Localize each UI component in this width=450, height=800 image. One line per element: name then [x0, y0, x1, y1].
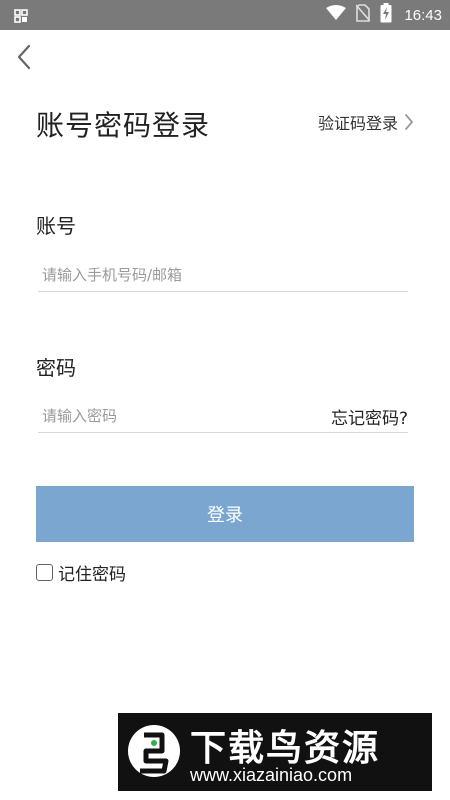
watermark-banner: 下载鸟资源 www.xiazainiao.com [118, 713, 432, 791]
grid-icon [14, 8, 28, 23]
remember-password-row[interactable]: 记住密码 [36, 560, 126, 585]
no-sim-icon [355, 4, 372, 26]
forgot-password-link[interactable]: 忘记密码? [324, 404, 408, 429]
page-title: 账号密码登录 [36, 109, 211, 142]
status-time: 16:43 [404, 6, 442, 24]
wifi-icon [326, 5, 347, 25]
chevron-right-icon [404, 113, 414, 131]
account-label: 账号 [36, 214, 76, 238]
status-icons: 16:43 [326, 0, 442, 30]
watermark-url: www.xiazainiao.com [190, 765, 353, 785]
watermark-title: 下载鸟资源 [190, 728, 381, 769]
remember-password-checkbox[interactable] [36, 564, 53, 581]
remember-password-label: 记住密码 [58, 565, 126, 585]
login-button[interactable]: 登录 [36, 486, 414, 542]
account-input[interactable] [38, 258, 408, 292]
bird-logo-icon [126, 721, 182, 783]
sms-code-login-label: 验证码登录 [317, 114, 398, 133]
chevron-left-icon [16, 44, 32, 74]
sms-code-login-link[interactable]: 验证码登录 [318, 110, 414, 134]
status-bar: 16:43 [0, 0, 450, 30]
battery-charging-icon [380, 3, 392, 27]
back-button[interactable] [10, 44, 38, 74]
password-label: 密码 [36, 356, 76, 380]
